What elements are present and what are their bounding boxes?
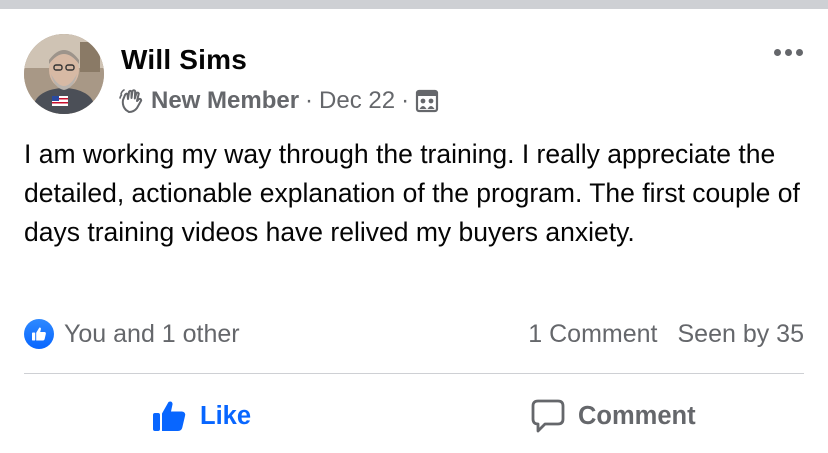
comment-count-link[interactable]: 1 Comment <box>528 320 657 349</box>
comment-bubble-icon <box>530 398 566 434</box>
post-actions: Like Comment <box>0 390 828 442</box>
meta-separator: · <box>401 87 410 114</box>
author-avatar[interactable] <box>24 34 104 114</box>
top-separator-strip <box>0 0 828 9</box>
like-label: Like <box>200 401 252 430</box>
engagement-counts: 1 Comment Seen by 35 <box>528 318 804 350</box>
post-meta: New Member · Dec 22 · <box>119 86 439 116</box>
wave-hand-icon <box>119 88 145 114</box>
avatar-photo <box>24 34 104 114</box>
more-dot-icon <box>784 48 792 56</box>
more-dot-icon <box>773 48 781 56</box>
author-name[interactable]: Will Sims <box>121 44 247 76</box>
action-divider <box>24 373 804 374</box>
post-body-text: I am working my way through the training… <box>24 139 800 247</box>
post-date[interactable]: Dec 22 <box>319 87 395 115</box>
comment-button[interactable]: Comment <box>530 390 696 442</box>
like-button[interactable]: Like <box>152 390 251 442</box>
member-badge[interactable]: New Member <box>151 87 299 115</box>
more-options-button[interactable] <box>770 40 806 64</box>
reactions-summary[interactable]: You and 1 other <box>24 318 240 350</box>
comment-label: Comment <box>578 401 696 430</box>
thumbs-up-icon <box>152 399 188 433</box>
reactions-text: You and 1 other <box>64 319 240 348</box>
seen-by-link[interactable]: Seen by 35 <box>678 320 805 349</box>
like-reaction-icon <box>24 319 54 349</box>
group-audience-icon[interactable] <box>415 89 439 113</box>
more-dot-icon <box>795 48 803 56</box>
meta-separator: · <box>305 87 314 114</box>
